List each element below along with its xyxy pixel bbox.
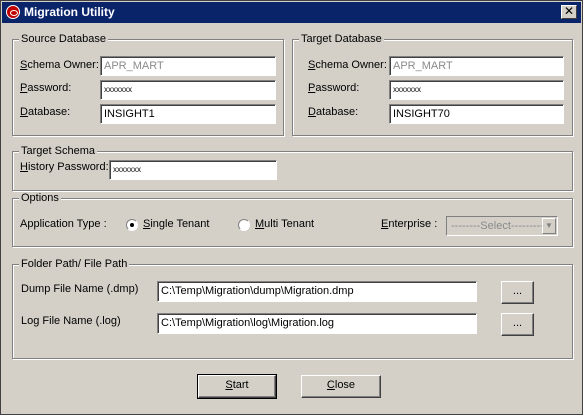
source-database-legend: Source Database bbox=[19, 33, 108, 46]
target-password-label: Password: bbox=[308, 82, 360, 94]
enterprise-select-value: --------Select--------- bbox=[451, 220, 544, 232]
source-password-label: Password: bbox=[20, 82, 72, 94]
enterprise-label: Enterprise : bbox=[381, 218, 438, 230]
single-tenant-radio[interactable] bbox=[126, 219, 138, 231]
multi-tenant-label[interactable]: Multi Tenant bbox=[255, 218, 314, 231]
chevron-down-icon[interactable]: ▼ bbox=[542, 218, 556, 234]
source-database-group: Source Database Schema Owner: APR_MART P… bbox=[12, 33, 284, 136]
target-schema-owner-field[interactable]: APR_MART bbox=[389, 56, 564, 76]
source-database-field[interactable]: INSIGHT1 bbox=[100, 104, 276, 124]
title-bar[interactable]: Migration Utility ✕ bbox=[2, 2, 581, 23]
history-password-field[interactable]: xxxxxxx bbox=[109, 160, 277, 180]
start-button[interactable]: Start bbox=[197, 374, 277, 399]
target-database-legend: Target Database bbox=[299, 33, 384, 46]
enterprise-select[interactable]: --------Select--------- ▼ bbox=[446, 216, 558, 236]
target-database-group: Target Database Schema Owner: APR_MART P… bbox=[292, 33, 573, 136]
close-window-button[interactable]: ✕ bbox=[561, 5, 577, 19]
options-legend: Options bbox=[19, 192, 61, 205]
target-password-field[interactable]: xxxxxxx bbox=[389, 80, 564, 100]
close-button[interactable]: Close bbox=[301, 375, 381, 398]
target-database-field[interactable]: INSIGHT70 bbox=[389, 104, 564, 124]
log-browse-button[interactable]: ... bbox=[501, 313, 534, 336]
dump-browse-button[interactable]: ... bbox=[501, 281, 534, 304]
source-database-label: Database: bbox=[20, 106, 71, 118]
window-title: Migration Utility bbox=[24, 5, 115, 19]
log-file-field[interactable]: C:\Temp\Migration\log\Migration.log bbox=[157, 313, 477, 334]
single-tenant-label[interactable]: Single Tenant bbox=[143, 218, 209, 231]
migration-utility-window: Migration Utility ✕ Source Database Sche… bbox=[0, 0, 583, 415]
multi-tenant-radio[interactable] bbox=[238, 219, 250, 231]
target-schema-legend: Target Schema bbox=[19, 145, 97, 158]
oracle-logo-icon bbox=[6, 5, 20, 19]
folder-path-legend: Folder Path/ File Path bbox=[19, 258, 130, 271]
folder-path-group: Folder Path/ File Path Dump File Name (.… bbox=[12, 258, 573, 359]
source-schema-owner-label: Schema Owner: bbox=[20, 59, 99, 71]
target-schema-owner-label: Schema Owner: bbox=[308, 59, 387, 71]
log-file-label: Log File Name (.log) bbox=[21, 315, 121, 327]
application-type-label: Application Type : bbox=[20, 218, 107, 230]
options-group: Options Application Type : Single Tenant… bbox=[12, 192, 573, 247]
history-password-label: History Password: bbox=[20, 161, 109, 173]
target-schema-group: Target Schema History Password: xxxxxxx bbox=[12, 145, 573, 191]
dump-file-field[interactable]: C:\Temp\Migration\dump\Migration.dmp bbox=[157, 281, 477, 302]
source-schema-owner-field[interactable]: APR_MART bbox=[100, 56, 276, 76]
dump-file-label: Dump File Name (.dmp) bbox=[21, 283, 139, 295]
source-password-field[interactable]: xxxxxxx bbox=[100, 80, 276, 100]
target-database-label: Database: bbox=[308, 106, 359, 118]
